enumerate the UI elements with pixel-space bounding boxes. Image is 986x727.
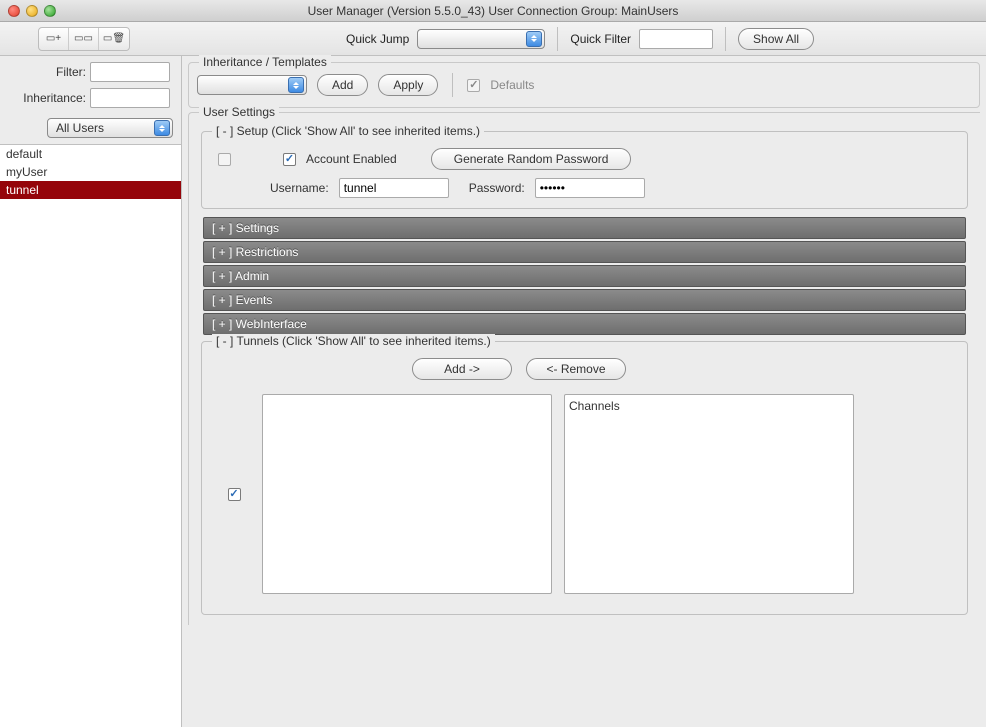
restrictions-section-toggle[interactable]: [ + ] Restrictions <box>203 241 966 263</box>
divider <box>452 73 453 97</box>
show-all-button[interactable]: Show All <box>738 28 814 50</box>
user-settings-legend: User Settings <box>199 105 279 119</box>
tunnels-available-list[interactable] <box>262 394 552 594</box>
tunnels-legend[interactable]: [ - ] Tunnels (Click 'Show All' to see i… <box>212 334 495 348</box>
users-filter-select[interactable]: All Users <box>47 118 173 138</box>
account-enabled-label: Account Enabled <box>306 152 397 166</box>
user-settings-group: User Settings [ - ] Setup (Click 'Show A… <box>188 112 980 625</box>
defaults-checkbox <box>467 79 480 92</box>
copy-user-button[interactable]: ▭▭ <box>69 28 99 50</box>
filter-input[interactable] <box>90 62 170 82</box>
main-toolbar: ▭+ ▭▭ ▭🗑 Quick Jump Quick Filter Show Al… <box>0 22 986 56</box>
inheritance-input[interactable] <box>90 88 170 108</box>
quick-filter-input[interactable] <box>639 29 713 49</box>
channels-header: Channels <box>569 399 849 413</box>
setup-group: [ - ] Setup (Click 'Show All' to see inh… <box>201 131 968 209</box>
username-label: Username: <box>270 181 329 195</box>
tunnels-content: Channels <box>212 388 957 600</box>
tunnels-group: [ - ] Tunnels (Click 'Show All' to see i… <box>201 341 968 615</box>
quick-jump-label: Quick Jump <box>346 32 409 46</box>
window-title: User Manager (Version 5.5.0_43) User Con… <box>308 4 679 18</box>
toolbar-divider <box>557 27 558 51</box>
password-input[interactable] <box>535 178 645 198</box>
left-filters: Filter: Inheritance: <box>0 56 181 114</box>
document-plus-icon: ▭+ <box>46 33 61 44</box>
right-panel: Inheritance / Templates Add Apply Defaul… <box>182 56 986 727</box>
tunnels-checkbox-col <box>218 394 250 594</box>
inheritance-templates-group: Inheritance / Templates Add Apply Defaul… <box>188 62 980 108</box>
generate-password-button[interactable]: Generate Random Password <box>431 148 632 170</box>
quick-jump-select[interactable] <box>417 29 545 49</box>
toolbar-divider <box>725 27 726 51</box>
list-item[interactable]: default <box>0 145 181 163</box>
filter-label: Filter: <box>8 65 86 79</box>
password-label: Password: <box>469 181 525 195</box>
window-titlebar: User Manager (Version 5.5.0_43) User Con… <box>0 0 986 22</box>
setup-legend[interactable]: [ - ] Setup (Click 'Show All' to see inh… <box>212 124 484 138</box>
setup-section-checkbox[interactable] <box>218 153 231 166</box>
account-enabled-checkbox[interactable] <box>283 153 296 166</box>
tunnels-button-row: Add -> <- Remove <box>412 358 957 380</box>
tunnel-add-button[interactable]: Add -> <box>412 358 512 380</box>
document-trash-icon: ▭🗑 <box>103 33 125 44</box>
events-section-toggle[interactable]: [ + ] Events <box>203 289 966 311</box>
minimize-icon[interactable] <box>26 5 38 17</box>
users-filter-value: All Users <box>56 121 104 135</box>
inheritance-add-button[interactable]: Add <box>317 74 368 96</box>
traffic-lights <box>8 5 56 17</box>
main-area: Filter: Inheritance: All Users default m… <box>0 56 986 727</box>
zoom-icon[interactable] <box>44 5 56 17</box>
username-input[interactable] <box>339 178 449 198</box>
tunnels-channels-list[interactable]: Channels <box>564 394 854 594</box>
tunnels-section-checkbox[interactable] <box>228 488 241 501</box>
user-list[interactable]: default myUser tunnel <box>0 144 181 727</box>
close-icon[interactable] <box>8 5 20 17</box>
webinterface-section-toggle[interactable]: [ + ] WebInterface <box>203 313 966 335</box>
quick-filter-label: Quick Filter <box>570 32 631 46</box>
documents-icon: ▭▭ <box>74 33 93 44</box>
settings-section-toggle[interactable]: [ + ] Settings <box>203 217 966 239</box>
users-filter-row: All Users <box>0 114 181 144</box>
admin-section-toggle[interactable]: [ + ] Admin <box>203 265 966 287</box>
inheritance-legend: Inheritance / Templates <box>199 55 331 69</box>
inheritance-select[interactable] <box>197 75 307 95</box>
add-user-button[interactable]: ▭+ <box>39 28 69 50</box>
tunnel-remove-button[interactable]: <- Remove <box>526 358 626 380</box>
list-item[interactable]: myUser <box>0 163 181 181</box>
left-panel: Filter: Inheritance: All Users default m… <box>0 56 182 727</box>
toolbar-button-group: ▭+ ▭▭ ▭🗑 <box>38 27 130 51</box>
list-item[interactable]: tunnel <box>0 181 181 199</box>
inheritance-label: Inheritance: <box>8 91 86 105</box>
defaults-label: Defaults <box>490 78 534 92</box>
inheritance-row: Add Apply Defaults <box>197 73 971 97</box>
inheritance-apply-button[interactable]: Apply <box>378 74 438 96</box>
delete-user-button[interactable]: ▭🗑 <box>99 28 129 50</box>
